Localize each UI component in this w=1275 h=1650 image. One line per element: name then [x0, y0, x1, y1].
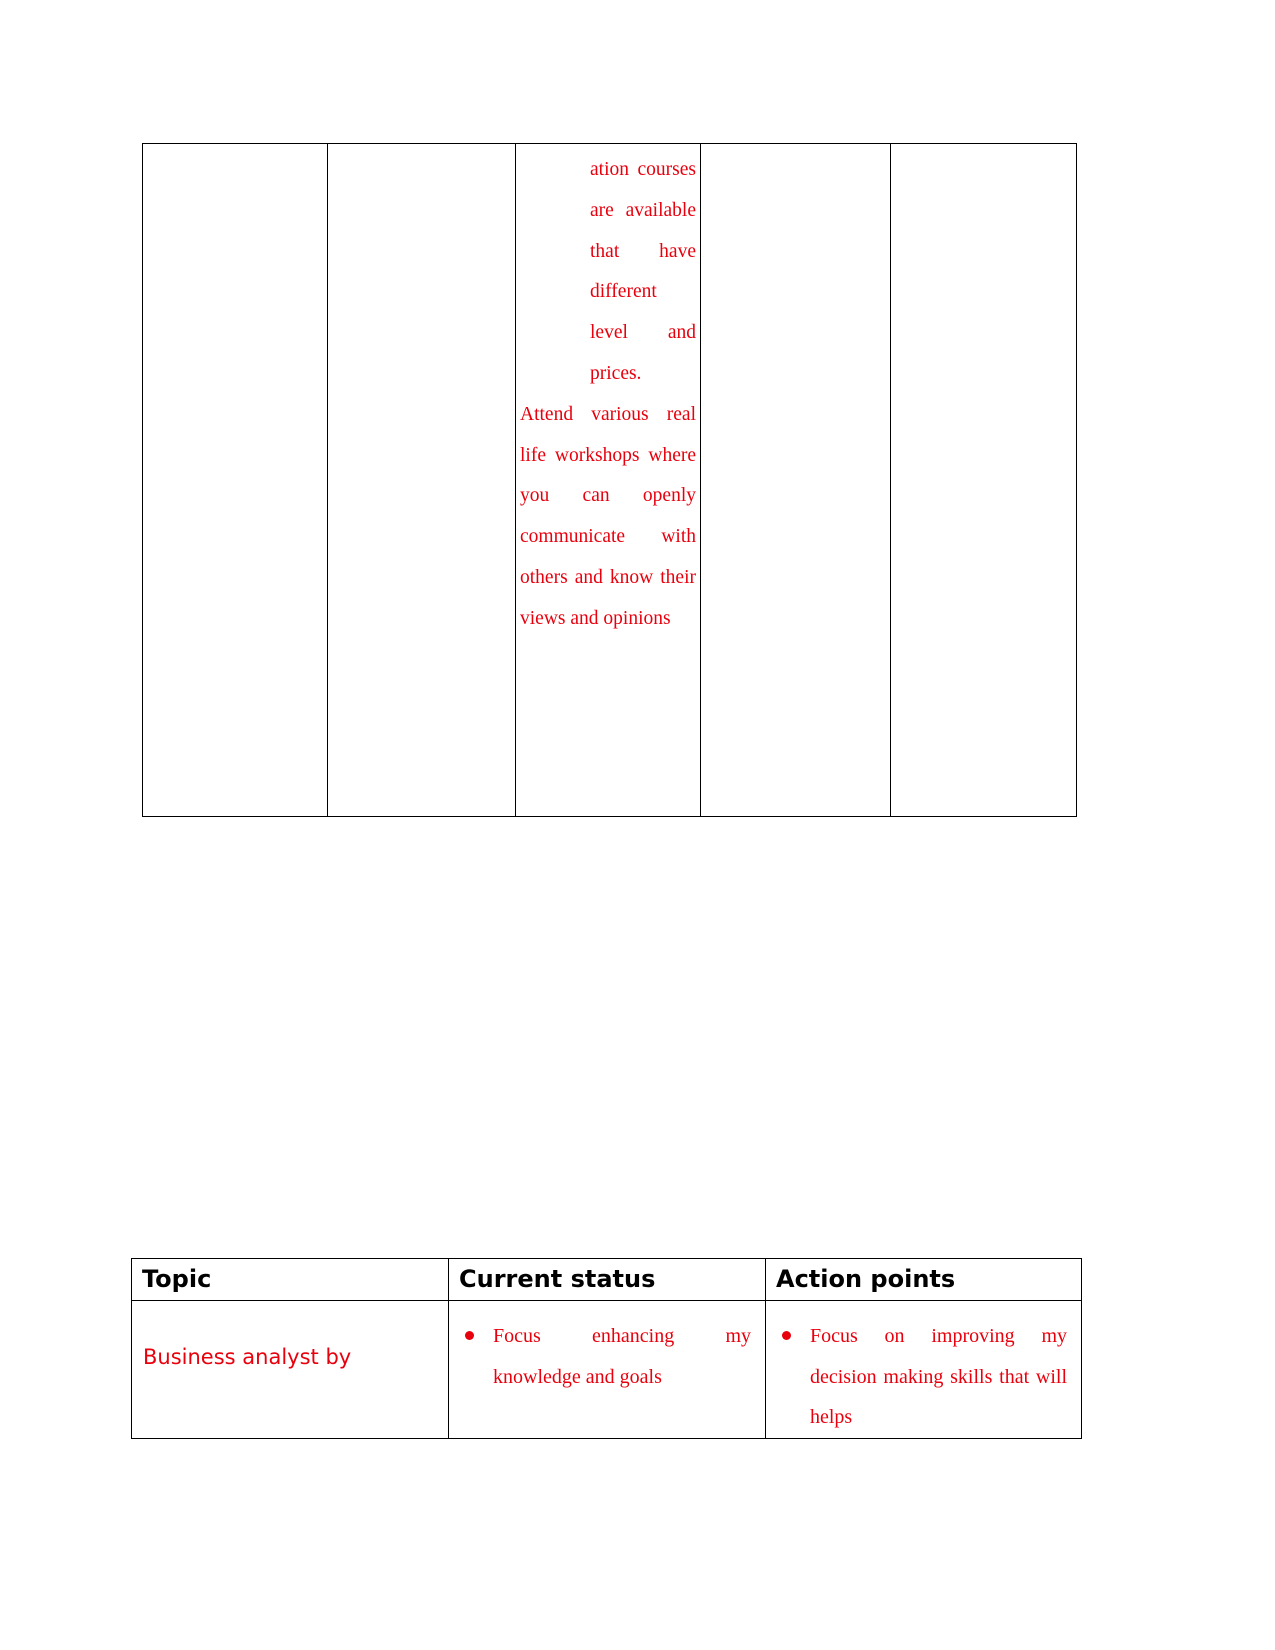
cell-current-status: Focus enhancing my knowledge and goals	[448, 1300, 766, 1439]
column-header-topic: Topic	[142, 1265, 212, 1293]
table-row: Business analyst by Focus enhancing my k…	[131, 1300, 1082, 1439]
table-header-row: Topic Current status Action points	[131, 1258, 1082, 1301]
cell-topic: Business analyst by	[131, 1300, 449, 1439]
list-item: Focus enhancing my knowledge and goals	[465, 1316, 751, 1397]
list-item: Focus on improving my decision making sk…	[782, 1316, 1067, 1437]
header-cell-current-status: Current status	[448, 1258, 766, 1301]
development-plan-table-continued: ation courses are available that have di…	[142, 143, 1077, 817]
top-table-cell-3: ation courses are available that have di…	[515, 143, 701, 817]
header-cell-topic: Topic	[131, 1258, 449, 1301]
action-points-list: Focus on improving my decision making sk…	[767, 1301, 1081, 1437]
top-cell-paragraph-2: Attend various real life workshops where…	[520, 403, 696, 629]
bullet-icon	[782, 1331, 791, 1340]
top-cell-paragraph-1: ation courses are available that have di…	[590, 159, 696, 384]
header-cell-action-points: Action points	[765, 1258, 1082, 1301]
top-table-cell-5	[890, 143, 1077, 817]
list-item-label: Focus enhancing my knowledge and goals	[493, 1325, 751, 1388]
top-table-cell-4	[700, 143, 891, 817]
top-table-cell-5-text	[891, 144, 1076, 150]
current-status-list: Focus enhancing my knowledge and goals	[450, 1301, 765, 1397]
column-header-current-status: Current status	[459, 1265, 656, 1293]
topic-value: Business analyst by	[143, 1345, 352, 1369]
cell-action-points: Focus on improving my decision making sk…	[765, 1300, 1082, 1439]
table-row: ation courses are available that have di…	[142, 143, 1077, 817]
top-table-cell-2-text	[328, 144, 515, 150]
column-header-action-points: Action points	[776, 1265, 956, 1293]
top-table-cell-4-text	[701, 144, 890, 150]
list-item-label: Focus on improving my decision making sk…	[810, 1325, 1067, 1428]
top-table-cell-3-text: ation courses are available that have di…	[516, 144, 700, 640]
top-table-cell-1	[142, 143, 328, 817]
top-table-cell-2	[327, 143, 516, 817]
top-table-cell-1-text	[143, 144, 327, 150]
bullet-icon	[465, 1331, 474, 1340]
reflection-table: Topic Current status Action points Busin…	[131, 1258, 1082, 1439]
document-page: ation courses are available that have di…	[0, 0, 1275, 1650]
